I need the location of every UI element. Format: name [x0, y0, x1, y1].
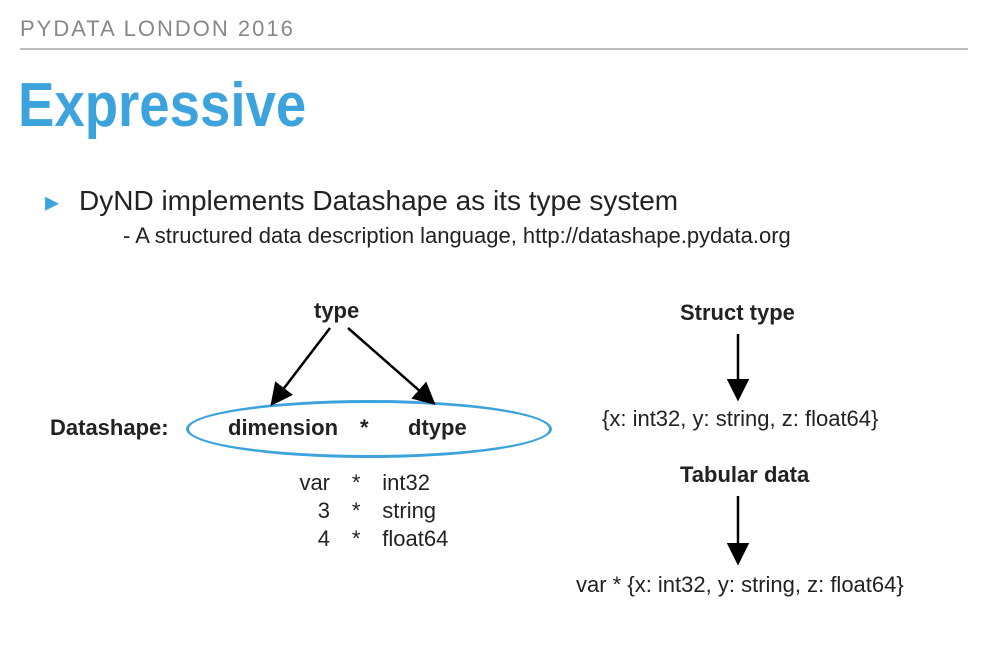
table-row: 3 * string [270, 498, 436, 524]
struct-type-label: Struct type [680, 300, 795, 326]
table-row: var * int32 [270, 470, 430, 496]
bullet-text: DyND implements Datashape as its type sy… [79, 185, 678, 216]
type-label: type [314, 298, 359, 324]
dtype-label: dtype [408, 415, 467, 441]
bullet-marker-icon: ▸ [45, 185, 59, 219]
cell-dimension: 3 [270, 498, 330, 524]
bullet-block: ▸ DyND implements Datashape as its type … [45, 185, 968, 249]
dimension-label: dimension [228, 415, 338, 441]
bullet-subtext: - A structured data description language… [45, 223, 968, 249]
cell-dimension: var [270, 470, 330, 496]
slide: PYDATA LONDON 2016 Expressive ▸ DyND imp… [0, 0, 988, 652]
cell-dimension: 4 [270, 526, 330, 552]
arrow-type-to-dtype [348, 328, 430, 400]
datashape-label: Datashape: [50, 415, 169, 441]
arrow-type-to-dimension [275, 328, 330, 400]
slide-title: Expressive [18, 70, 306, 141]
cell-star: * [336, 498, 376, 524]
cell-dtype: float64 [382, 526, 448, 552]
tabular-data-example: var * {x: int32, y: string, z: float64} [576, 572, 904, 598]
star-label: * [360, 415, 369, 441]
cell-dtype: int32 [382, 470, 430, 496]
cell-star: * [336, 526, 376, 552]
struct-type-example: {x: int32, y: string, z: float64} [602, 406, 878, 432]
header-rule [20, 48, 968, 50]
cell-star: * [336, 470, 376, 496]
tabular-data-label: Tabular data [680, 462, 809, 488]
cell-dtype: string [382, 498, 436, 524]
table-row: 4 * float64 [270, 526, 448, 552]
header-conference: PYDATA LONDON 2016 [20, 16, 968, 42]
bullet-line: ▸ DyND implements Datashape as its type … [45, 185, 968, 217]
